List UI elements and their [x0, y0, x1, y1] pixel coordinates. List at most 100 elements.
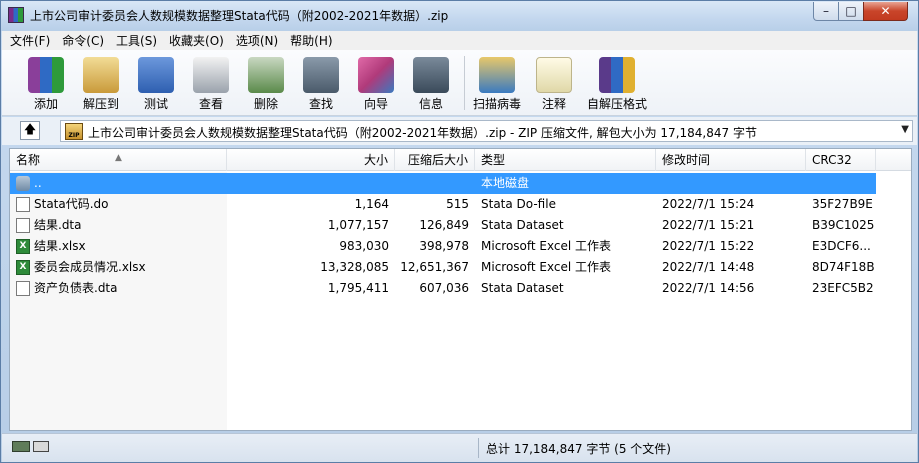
up-one-level-button[interactable]: 🡅: [20, 121, 40, 140]
winrar-window: 上市公司审计委员会人数规模数据整理Stata代码（附2002-2021年数据）.…: [0, 0, 919, 463]
file-modified: 2022/7/1 15:21: [662, 218, 755, 232]
comment-button[interactable]: 注释: [527, 55, 581, 113]
file-type: Stata Dataset: [481, 281, 564, 295]
add-archive-icon: [28, 57, 64, 93]
column-size[interactable]: 大小: [227, 149, 395, 171]
close-button[interactable]: ✕: [863, 2, 908, 21]
find-button[interactable]: 查找: [294, 55, 348, 113]
sort-ascending-icon: ▲: [115, 153, 122, 163]
info-button[interactable]: 信息: [404, 55, 458, 113]
menu-help[interactable]: 帮助(H): [290, 32, 332, 49]
menu-tools[interactable]: 工具(S): [116, 32, 157, 49]
window-title: 上市公司审计委员会人数规模数据整理Stata代码（附2002-2021年数据）.…: [30, 9, 449, 23]
file-modified: [662, 173, 806, 194]
extract-to-button[interactable]: 解压到: [74, 55, 128, 113]
dta-file-icon: [16, 281, 30, 296]
file-crc32: 8D74F18B: [812, 260, 875, 274]
virus-scan-button[interactable]: 扫描病毒: [470, 55, 524, 113]
find-icon: [303, 57, 339, 93]
status-total: 总计 17,184,847 字节 (5 个文件): [486, 442, 671, 456]
list-header: 名称 ▲ 大小 压缩后大小 类型 修改时间 CRC32: [10, 149, 911, 171]
info-label: 信息: [418, 97, 443, 111]
dropdown-arrow-icon[interactable]: ▼: [901, 124, 909, 135]
file-name: 结果.xlsx: [34, 239, 86, 253]
file-packed-size: 12,651,367: [400, 260, 469, 274]
file-crc32: B39C1025: [812, 218, 875, 232]
sfx-button[interactable]: 自解压格式: [587, 55, 647, 113]
menu-bar: 文件(F) 命令(C) 工具(S) 收藏夹(O) 选项(N) 帮助(H): [2, 31, 917, 50]
file-name: Stata代码.do: [34, 197, 109, 211]
file-crc32: 23EFC5B2: [812, 281, 874, 295]
view-button[interactable]: 查看: [184, 55, 238, 113]
sfx-icon: [599, 57, 635, 93]
column-name-label: 名称: [16, 153, 41, 167]
view-icon: [193, 57, 229, 93]
address-field[interactable]: ZIP 上市公司审计委员会人数规模数据整理Stata代码（附2002-2021年…: [60, 120, 913, 142]
test-button[interactable]: 测试: [129, 55, 183, 113]
file-packed-size: 607,036: [419, 281, 469, 295]
winrar-app-icon: [8, 7, 24, 23]
up-folder-icon: [16, 176, 30, 191]
file-row-parent[interactable]: .. 本地磁盘: [10, 173, 876, 194]
file-size: 983,030: [339, 239, 389, 253]
test-icon: [138, 57, 174, 93]
file-name: 资产负债表.dta: [34, 281, 118, 295]
title-bar[interactable]: 上市公司审计委员会人数规模数据整理Stata代码（附2002-2021年数据）.…: [1, 1, 918, 31]
menu-file[interactable]: 文件(F): [10, 32, 50, 49]
delete-icon: [248, 57, 284, 93]
file-type: 本地磁盘: [481, 176, 530, 190]
column-crc32[interactable]: CRC32: [806, 149, 876, 171]
file-size: 1,795,411: [327, 281, 389, 295]
file-size: 1,164: [354, 197, 389, 211]
up-arrow-icon: 🡅: [23, 122, 37, 136]
file-modified: 2022/7/1 14:48: [662, 260, 755, 274]
file-type: Microsoft Excel 工作表: [481, 239, 612, 253]
delete-button[interactable]: 删除: [239, 55, 293, 113]
excel-file-icon: X: [16, 239, 30, 254]
file-name: ..: [34, 176, 42, 190]
drive-icon[interactable]: [12, 441, 30, 452]
file-type: Stata Do-file: [481, 197, 556, 211]
toolbar: 添加 解压到 测试 查看 删除 查找 向导 信息 扫描病毒 注释 自解压格式: [2, 50, 917, 116]
file-packed-size: 515: [446, 197, 469, 211]
file-size: 1,077,157: [327, 218, 389, 232]
file-row[interactable]: X 委员会成员情况.xlsx 13,328,085 12,651,367 Mic…: [10, 257, 876, 278]
file-size: 13,328,085: [320, 260, 389, 274]
file-type: Microsoft Excel 工作表: [481, 260, 612, 274]
wizard-button[interactable]: 向导: [349, 55, 403, 113]
menu-favorites[interactable]: 收藏夹(O): [169, 32, 224, 49]
wizard-icon: [358, 57, 394, 93]
file-row[interactable]: 结果.dta 1,077,157 126,849 Stata Dataset 2…: [10, 215, 876, 236]
excel-file-icon: X: [16, 260, 30, 275]
file-row[interactable]: 资产负债表.dta 1,795,411 607,036 Stata Datase…: [10, 278, 876, 299]
menu-commands[interactable]: 命令(C): [62, 32, 104, 49]
key-icon[interactable]: [33, 441, 49, 452]
file-modified: 2022/7/1 15:22: [662, 239, 755, 253]
menu-options[interactable]: 选项(N): [236, 32, 278, 49]
status-separator: [478, 438, 479, 458]
comment-label: 注释: [541, 97, 566, 111]
file-list[interactable]: 名称 ▲ 大小 压缩后大小 类型 修改时间 CRC32 .. 本地磁盘 Stat…: [9, 148, 912, 431]
address-bar: 🡅 ZIP 上市公司审计委员会人数规模数据整理Stata代码（附2002-202…: [2, 117, 917, 145]
file-crc32: E3DCF6...: [812, 239, 871, 253]
file-crc32: 35F27B9E: [812, 197, 873, 211]
virus-scan-icon: [479, 57, 515, 93]
column-name[interactable]: 名称 ▲: [10, 149, 227, 171]
comment-icon: [536, 57, 572, 93]
file-row[interactable]: Stata代码.do 1,164 515 Stata Do-file 2022/…: [10, 194, 876, 215]
column-type[interactable]: 类型: [475, 149, 656, 171]
add-button[interactable]: 添加: [19, 55, 73, 113]
file-name: 结果.dta: [34, 218, 82, 232]
file-name: 委员会成员情况.xlsx: [34, 260, 146, 274]
file-packed-size: 398,978: [419, 239, 469, 253]
file-packed-size: [395, 173, 469, 194]
sfx-label: 自解压格式: [586, 97, 647, 111]
column-packed-size[interactable]: 压缩后大小: [395, 149, 475, 171]
file-row[interactable]: X 结果.xlsx 983,030 398,978 Microsoft Exce…: [10, 236, 876, 257]
minimize-button[interactable]: –: [813, 2, 839, 21]
maximize-button[interactable]: □: [838, 2, 864, 21]
file-modified: 2022/7/1 15:24: [662, 197, 755, 211]
file-crc32: [812, 173, 876, 194]
status-icons: [12, 441, 52, 454]
column-modified[interactable]: 修改时间: [656, 149, 806, 171]
